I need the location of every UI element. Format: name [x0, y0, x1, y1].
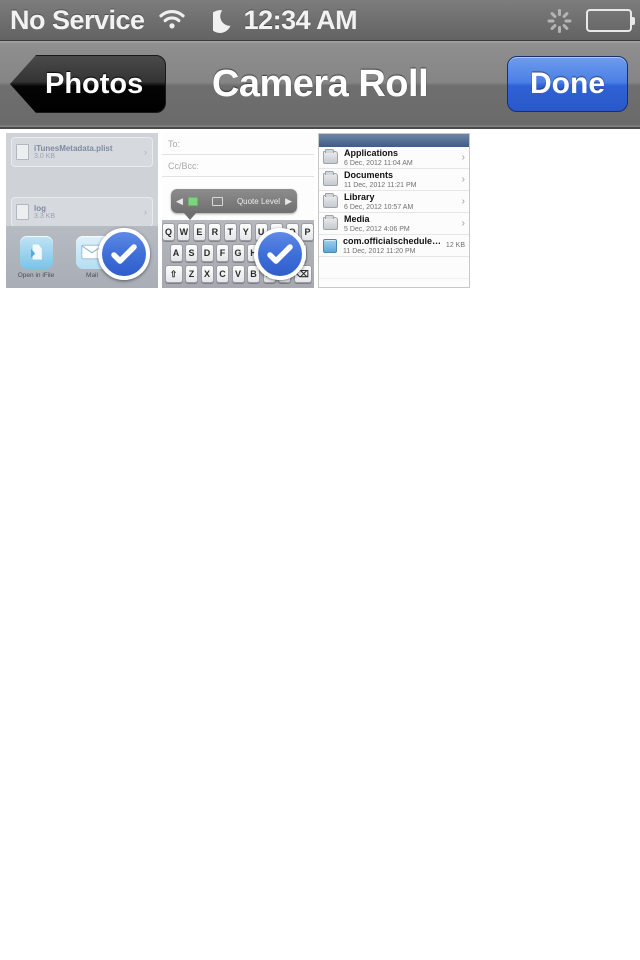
ifile-app-icon: [19, 235, 53, 269]
carrier-label: No Service: [10, 4, 145, 35]
row-date: 11 Dec, 2012 11:21 PM: [344, 181, 417, 189]
key: A: [169, 244, 183, 262]
shift-key: ⇧: [164, 265, 183, 283]
popup-selected-swatch: [187, 196, 198, 206]
popup-item-icon: [211, 196, 223, 206]
key: F: [216, 244, 229, 262]
quote-level-popup-menu: ◀ Quote Level ▶: [171, 189, 297, 220]
chevron-right-icon: ›: [461, 174, 465, 185]
triangle-right-icon: ▶: [285, 195, 292, 206]
row-name: Library: [344, 191, 375, 202]
row-date: 11 Dec, 2012 11:20 PM: [343, 247, 416, 255]
folder-icon: [323, 193, 338, 208]
key: C: [216, 265, 229, 283]
share-action-label: Mail: [86, 271, 98, 279]
row-date: 6 Dec, 2012 11:04 AM: [344, 159, 413, 167]
list-item: iTunesMetadata.plist 3.0 KB ›: [11, 137, 153, 167]
table-row: Applications 6 Dec, 2012 11:04 AM ›: [319, 147, 469, 169]
key: D: [200, 244, 214, 262]
key: W: [177, 223, 191, 241]
chevron-right-icon: ›: [461, 152, 465, 163]
thumb3-navigation-bar: [319, 134, 469, 147]
key: R: [208, 223, 222, 241]
triangle-left-icon: ◀: [176, 195, 183, 206]
key: Y: [239, 223, 253, 241]
table-empty-row: [319, 279, 469, 287]
selection-checkmark-badge[interactable]: [98, 228, 150, 280]
photo-thumbnail-share-sheet[interactable]: iTunesMetadata.plist 3.0 KB › log 3.3 KB…: [6, 133, 158, 288]
table-empty-row: [319, 257, 469, 279]
row-name: com.officialscheduler.attach…: [343, 235, 442, 246]
table-row: com.officialscheduler.attach… 11 Dec, 20…: [319, 235, 469, 257]
folder-icon: [323, 215, 338, 230]
chevron-right-icon: ›: [461, 218, 465, 229]
row-name: Media: [344, 213, 370, 224]
key: X: [200, 265, 214, 283]
row-name: Applications: [344, 147, 399, 158]
wifi-icon: [157, 8, 187, 32]
key: T: [223, 223, 237, 241]
photo-grid: iTunesMetadata.plist 3.0 KB › log 3.3 KB…: [0, 129, 640, 288]
file-name: log: [34, 204, 46, 213]
selection-checkmark-badge[interactable]: [254, 228, 306, 280]
key: G: [231, 244, 245, 262]
file-name: iTunesMetadata.plist: [34, 144, 113, 153]
chevron-right-icon: ›: [144, 147, 147, 157]
done-button-label: Done: [530, 67, 605, 100]
chevron-right-icon: ›: [144, 207, 147, 217]
chevron-right-icon: ›: [461, 196, 465, 207]
row-size: 12 KB: [445, 242, 465, 249]
row-name: Documents: [344, 169, 394, 180]
status-bar: No Service 12:34 AM: [0, 0, 640, 41]
navigation-bar: Photos Camera Roll Done: [0, 41, 640, 129]
share-action-label: Open in iFile: [17, 271, 55, 279]
list-item: log 3.3 KB ›: [11, 197, 153, 227]
file-size: 3.3 KB: [34, 213, 56, 220]
folder-icon: [323, 171, 338, 186]
share-action-ifile: Open in iFile: [15, 235, 57, 279]
row-date: 6 Dec, 2012 10:57 AM: [344, 203, 414, 211]
row-date: 5 Dec, 2012 4:06 PM: [344, 225, 410, 233]
key: V: [231, 265, 245, 283]
file-size: 3.0 KB: [34, 153, 56, 160]
file-icon: [16, 144, 29, 160]
key: E: [192, 223, 206, 241]
thumb1-file-list: iTunesMetadata.plist 3.0 KB › log 3.3 KB…: [6, 133, 158, 228]
photo-thumbnail-ifile-browser[interactable]: Applications 6 Dec, 2012 11:04 AM › Docu…: [318, 133, 470, 288]
status-bar-right-group: [546, 0, 635, 41]
folder-icon: [323, 149, 338, 164]
compose-field-ccbcc: Cc/Bcc:: [162, 155, 314, 177]
clock-label: 12:34 AM: [243, 4, 358, 35]
table-row: Media 5 Dec, 2012 4:06 PM ›: [319, 213, 469, 235]
moon-icon: [208, 7, 235, 33]
table-row: Documents 11 Dec, 2012 11:21 PM ›: [319, 169, 469, 191]
file-icon: [16, 204, 29, 220]
key: Z: [185, 265, 198, 283]
photo-thumbnail-mail-compose[interactable]: To: Cc/Bcc: ◀ Quote Level ▶ Sent from my…: [162, 133, 314, 288]
key: S: [185, 244, 198, 262]
spinner-icon: [546, 8, 572, 34]
compose-field-to: To:: [162, 133, 314, 155]
done-button[interactable]: Done: [507, 56, 628, 112]
battery-icon: [586, 9, 635, 32]
quote-level-label: Quote Level: [236, 196, 281, 206]
checkmark-icon: [267, 244, 293, 264]
checkmark-icon: [111, 244, 137, 264]
document-icon: [323, 238, 337, 253]
table-row: Library 6 Dec, 2012 10:57 AM ›: [319, 191, 469, 213]
key: P: [301, 223, 314, 241]
key: Q: [162, 223, 175, 241]
